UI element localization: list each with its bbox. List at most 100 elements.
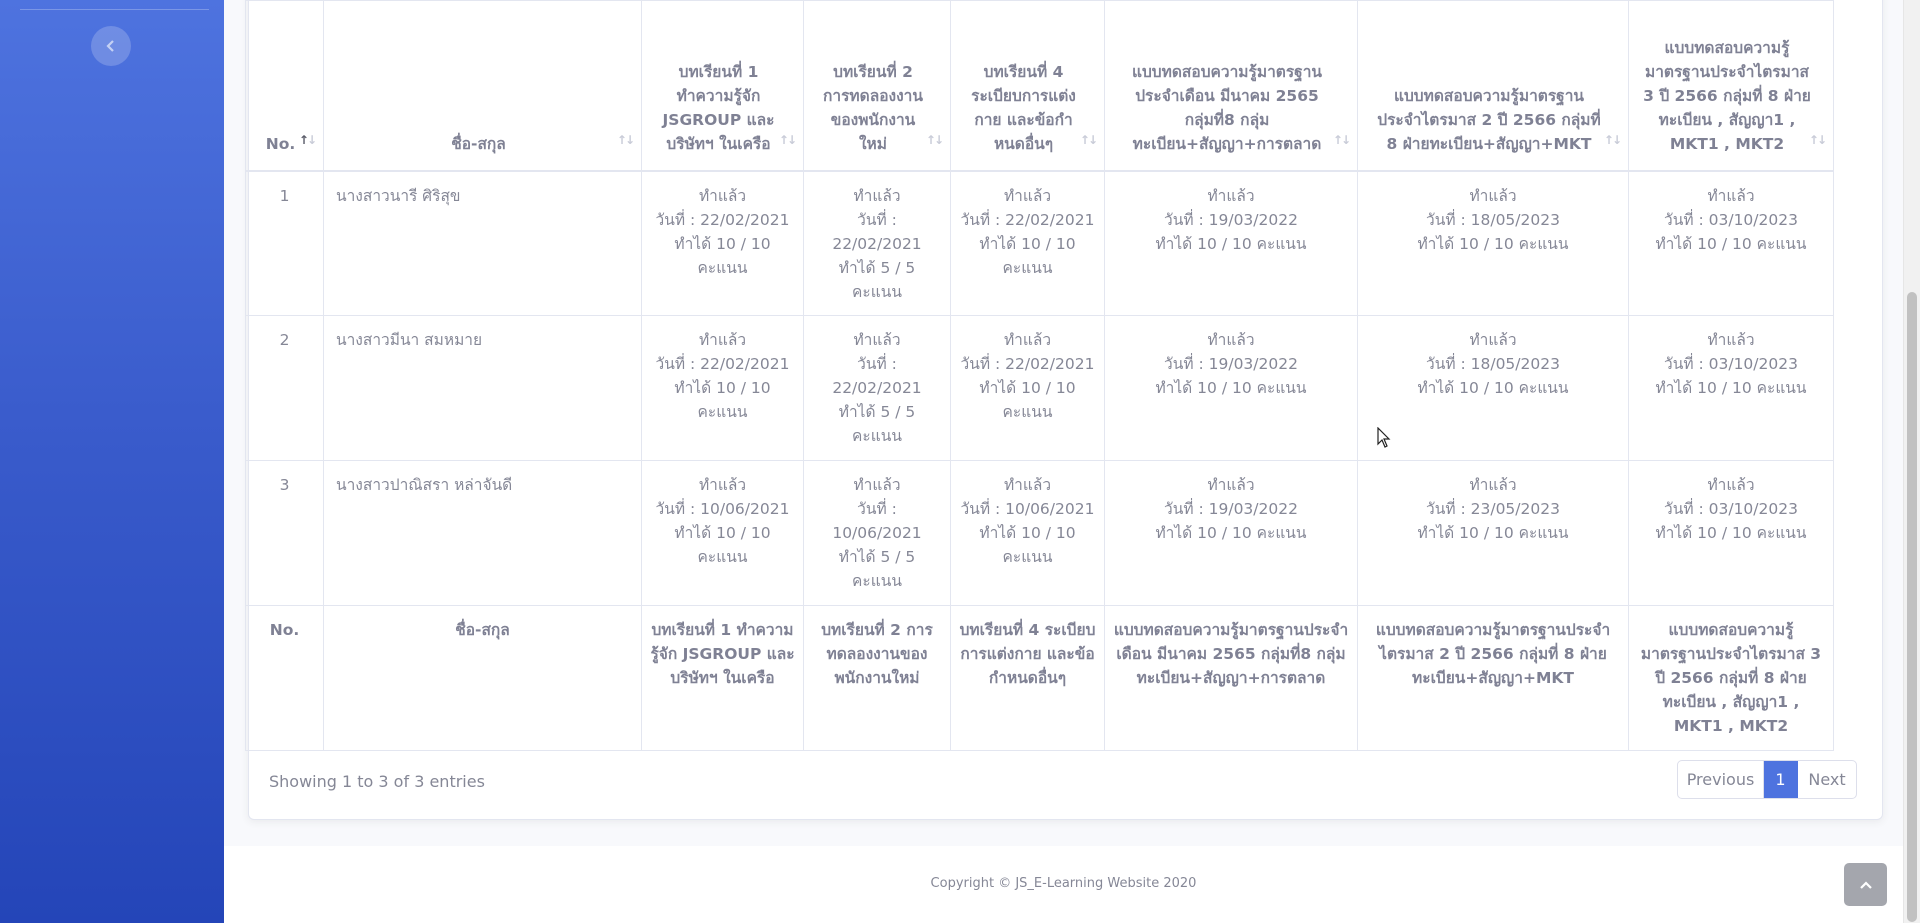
lesson-result-cell: ทำแล้ว วันที่ : 22/02/2021 ทำได้ 10 / 10 ค…: [950, 315, 1105, 461]
sort-arrows-icon: ↑↓: [778, 132, 797, 147]
column-header[interactable]: แบบทดสอบความรู้มาตรฐานประจำเดือน มีนาคม …: [1104, 0, 1358, 172]
lesson-result-cell: ทำแล้ว วันที่ : 19/03/2022 ทำได้ 10 / 10 ค…: [1104, 315, 1358, 461]
status-text: ทำแล้ว: [698, 476, 747, 494]
date-text: วันที่ : 18/05/2023: [1426, 355, 1560, 373]
column-header[interactable]: บทเรียนที่ 1 ทำความรู้จัก JSGROUP และบริ…: [641, 0, 804, 172]
lesson-result-cell: ทำแล้ววันที่ : 19/03/2022 ทำได้ 10 / 10 ค…: [1104, 460, 1358, 606]
table-head: No. ↑↓ ชื่อ-สกุล ↑↓ บทเรียนที่ 1 ทำความรู้จั…: [245, 0, 1834, 172]
date-text: วันที่ : 23/05/2023: [1426, 500, 1560, 518]
lesson-result-cell: ทำแล้ว วันที่ : 23/05/2023 ทำได้ 10 / 10 ค…: [1357, 460, 1629, 606]
table-row: 3 นางสาวปาณิสรา หล่าจันดี ทำแล้ว วันที่ : 1…: [245, 460, 1834, 606]
score-text: ทำได้ 10 / 10 คะแนน: [1655, 524, 1807, 542]
score-text: ทำได้ 10 / 10 คะแนน: [1155, 234, 1307, 253]
page-scrollbar[interactable]: [1903, 0, 1920, 923]
date-text: วันที่ : 03/10/2023: [1664, 355, 1798, 373]
sidebar-divider: [20, 9, 209, 10]
lesson-result-cell: ทำแล้ววันที่ : 22/02/2021 ทำได้ 10 / 10 ค…: [641, 315, 804, 461]
column-header[interactable]: ชื่อ-สกุล ↑↓: [323, 0, 642, 172]
footer-column-label: แบบทดสอบความรู้มาตรฐานประจำไตรมาส 3 ปี 2…: [1628, 605, 1834, 751]
column-header-label: แบบทดสอบความรู้มาตรฐานประจำไตรมาส 3 ปี 2…: [1643, 38, 1811, 153]
chevron-up-icon: [1859, 880, 1872, 889]
date-text: วันที่ : 18/05/2023: [1426, 210, 1560, 229]
status-text: ทำแล้ว: [698, 331, 747, 349]
score-text: ทำได้ 10 / 10 คะแนน: [1417, 234, 1569, 253]
lesson-result-cell: ทำแล้ววันที่ : 22/02/2021 ทำได้ 5 / 5 คะแ…: [803, 315, 951, 461]
date-text: วันที่ : 22/02/2021: [832, 355, 922, 397]
sort-arrows-icon: ↑↓: [1808, 132, 1827, 147]
results-table: No. ↑↓ ชื่อ-สกุล ↑↓ บทเรียนที่ 1 ทำความรู้จั…: [245, 0, 1834, 751]
chevron-left-icon: [106, 40, 114, 52]
lesson-result-cell: ทำแล้ว วันที่ : 18/05/2023 ทำได้ 10 / 10 ค…: [1357, 315, 1629, 461]
date-text: วันที่ : 10/06/2021: [832, 500, 922, 542]
date-text: วันที่ : 10/06/2021: [960, 500, 1095, 518]
column-header[interactable]: บทเรียนที่ 2 การทดลองงานของพนักงานใหม่ ↑↓: [803, 0, 951, 172]
student-name: นางสาวมีนา สมหมาย: [323, 315, 642, 461]
mouse-cursor-icon: [1377, 427, 1391, 448]
date-text: วันที่ : 22/02/2021: [960, 355, 1095, 373]
footer-column-label: No.: [245, 605, 324, 751]
lesson-result-cell: ทำแล้ว วันที่ : 03/10/2023 ทำได้ 10 / 10 ค…: [1628, 315, 1834, 461]
footer-column-label: แบบทดสอบความรู้มาตรฐานประจำเดือน มีนาคม …: [1104, 605, 1358, 751]
date-text: วันที่ : 03/10/2023: [1664, 210, 1798, 229]
score-text: ทำได้ 5 / 5 คะแนน: [838, 403, 916, 445]
table-row: 1 นางสาวนารี ศิริสุข ทำแล้ววันที่ : 22/02/…: [245, 170, 1834, 316]
scroll-to-top-button[interactable]: [1844, 863, 1887, 906]
table-foot: No. ชื่อ-สกุล บทเรียนที่ 1 ทำความรู้จัก JS…: [245, 605, 1834, 751]
lesson-result-cell: ทำแล้ววันที่ : 18/05/2023 ทำได้ 10 / 10 ค…: [1357, 170, 1629, 316]
score-text: ทำได้ 10 / 10 คะแนน: [1417, 379, 1569, 397]
date-text: วันที่ : 22/02/2021: [655, 355, 790, 373]
date-text: วันที่ : 22/02/2021: [960, 210, 1095, 229]
column-header-label: บทเรียนที่ 4 ระเบียบการแต่งกาย และข้อกำห…: [971, 62, 1076, 153]
score-text: ทำได้ 10 / 10 คะแนน: [674, 234, 771, 277]
footer-column-label: บทเรียนที่ 2 การทดลองงานของพนักงานใหม่: [803, 605, 951, 751]
score-text: ทำได้ 5 / 5 คะแนน: [838, 548, 916, 590]
status-text: ทำแล้ว: [853, 476, 901, 494]
column-header-label: แบบทดสอบความรู้มาตรฐานประจำเดือน มีนาคม …: [1131, 62, 1323, 153]
scrollbar-thumb[interactable]: [1907, 292, 1917, 922]
sort-arrows-icon: ↑↓: [616, 132, 635, 147]
column-header-label: ชื่อ-สกุล: [451, 134, 506, 153]
column-header[interactable]: แบบทดสอบความรู้มาตรฐานประจำไตรมาส 3 ปี 2…: [1628, 0, 1834, 172]
sort-arrows-icon: ↑↓: [1079, 132, 1098, 147]
date-text: วันที่ : 19/03/2022: [1164, 355, 1298, 373]
score-text: ทำได้ 10 / 10 คะแนน: [1417, 524, 1569, 542]
score-text: ทำได้ 10 / 10 คะแนน: [674, 379, 771, 421]
status-text: ทำแล้ว: [1707, 476, 1755, 494]
status-text: ทำแล้ว: [853, 331, 901, 349]
date-text: วันที่ : 19/03/2022: [1164, 210, 1298, 229]
column-header[interactable]: แบบทดสอบความรู้มาตรฐานประจำไตรมาส 2 ปี 2…: [1357, 0, 1629, 172]
sort-arrows-icon: ↑↓: [1332, 132, 1351, 147]
column-header[interactable]: บทเรียนที่ 4 ระเบียบการแต่งกาย และข้อกำห…: [950, 0, 1105, 172]
score-text: ทำได้ 10 / 10 คะแนน: [674, 524, 771, 566]
footer-column-label: บทเรียนที่ 4 ระเบียบการแต่งกาย และข้อกำห…: [950, 605, 1105, 751]
date-text: วันที่ : 10/06/2021: [655, 500, 790, 518]
next-page-button[interactable]: Next: [1798, 761, 1856, 798]
column-header-label: No.: [265, 134, 296, 153]
previous-page-button[interactable]: Previous: [1678, 761, 1764, 798]
footer-column-label: ชื่อ-สกุล: [323, 605, 642, 751]
column-header[interactable]: No. ↑↓: [245, 0, 324, 172]
sort-arrows-icon: ↑↓: [298, 132, 317, 147]
footer-column-label: แบบทดสอบความรู้มาตรฐานประจำไตรมาส 2 ปี 2…: [1357, 605, 1629, 751]
status-text: ทำแล้ว: [1207, 476, 1255, 494]
date-text: วันที่ : 22/02/2021: [655, 210, 790, 229]
score-text: ทำได้ 10 / 10 คะแนน: [979, 234, 1076, 277]
status-text: ทำแล้ว: [1003, 476, 1052, 494]
row-number: 1: [245, 170, 324, 316]
footer: Copyright © JS_E-Learning Website 2020: [224, 846, 1903, 923]
status-text: ทำแล้ว: [698, 186, 747, 205]
score-text: ทำได้ 5 / 5 คะแนน: [838, 258, 916, 301]
column-header-label: แบบทดสอบความรู้มาตรฐานประจำไตรมาส 2 ปี 2…: [1377, 86, 1601, 153]
date-text: วันที่ : 19/03/2022: [1164, 500, 1298, 518]
table-info: Showing 1 to 3 of 3 entries: [269, 772, 485, 791]
table-body: 1 นางสาวนารี ศิริสุข ทำแล้ว วันที่ : 22/02/…: [245, 170, 1834, 606]
status-text: ทำแล้ว: [1207, 186, 1255, 205]
lesson-result-cell: ทำแล้ว วันที่ : 03/10/2023 ทำได้ 10 / 10 ค…: [1628, 460, 1834, 606]
page-1-button[interactable]: 1: [1764, 761, 1798, 798]
score-text: ทำได้ 10 / 10 คะแนน: [1155, 524, 1307, 542]
sidebar-toggle-button[interactable]: [91, 26, 131, 66]
table-row: 2 นางสาวมีนา สมหมาย ทำแล้ว วันที่ : 22/02/2…: [245, 315, 1834, 461]
status-text: ทำแล้ว: [1469, 186, 1517, 205]
score-text: ทำได้ 10 / 10 คะแนน: [1655, 234, 1807, 253]
student-name: นางสาวนารี ศิริสุข: [323, 170, 642, 316]
